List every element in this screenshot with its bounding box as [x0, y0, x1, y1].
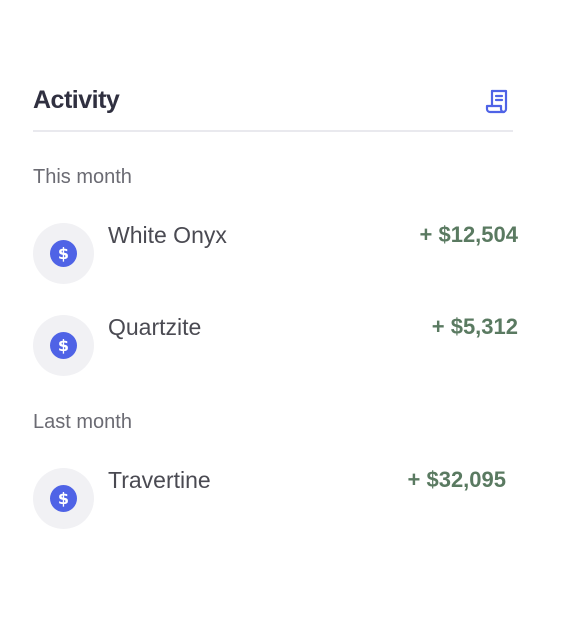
section-label-this-month: This month [33, 166, 132, 188]
avatar: $ [33, 468, 94, 529]
list-item[interactable]: $ White Onyx + $12,504 [33, 222, 518, 284]
svg-text:$: $ [58, 336, 69, 355]
item-name: Quartzite [108, 314, 202, 340]
avatar: $ [33, 223, 94, 284]
list-item[interactable]: $ Travertine + $32,095 [33, 467, 518, 529]
item-name: White Onyx [108, 222, 227, 248]
avatar: $ [33, 315, 94, 376]
item-name: Travertine [108, 467, 211, 493]
svg-text:$: $ [58, 489, 69, 508]
activity-panel: Activity This month $ White Onyx + $12,5… [33, 0, 518, 640]
svg-text:$: $ [58, 244, 69, 263]
receipt-button[interactable] [484, 87, 512, 115]
dollar-circle-icon: $ [50, 332, 77, 359]
list-item[interactable]: $ Quartzite + $5,312 [33, 314, 518, 376]
section-label-last-month: Last month [33, 411, 132, 433]
activity-header: Activity [33, 82, 513, 132]
dollar-circle-icon: $ [50, 240, 77, 267]
dollar-circle-icon: $ [50, 485, 77, 512]
receipt-icon [485, 89, 508, 114]
item-amount: + $5,312 [431, 314, 518, 339]
page-title: Activity [33, 86, 120, 114]
item-amount: + $32,095 [407, 467, 506, 492]
item-amount: + $12,504 [419, 222, 518, 247]
